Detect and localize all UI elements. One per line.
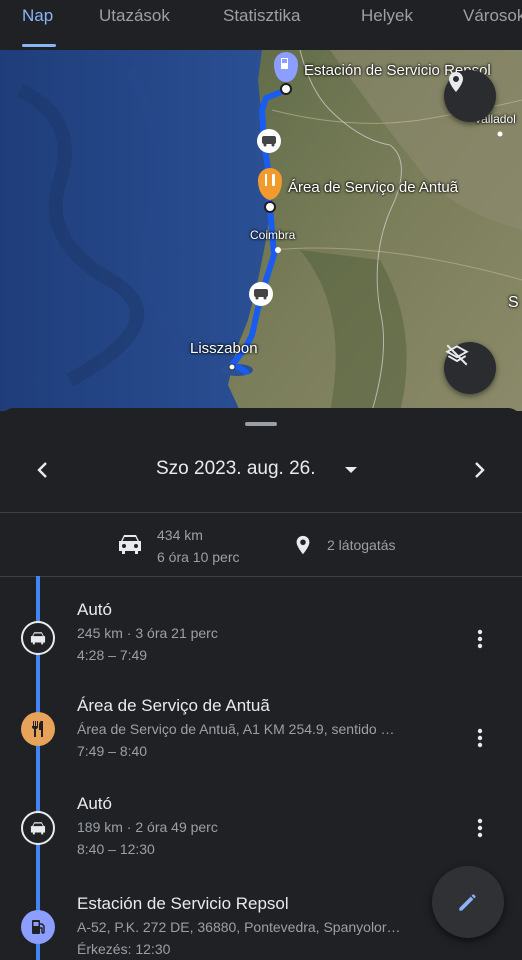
- timeline-node: [21, 712, 55, 746]
- item-time: Érkezés: 12:30: [77, 941, 171, 957]
- item-address: A-52, P.K. 272 DE, 36880, Pontevedra, Sp…: [77, 919, 401, 935]
- timeline-node: [21, 811, 55, 845]
- more-vert-icon: [477, 629, 483, 649]
- item-title: Autó: [77, 600, 112, 619]
- previous-day-button[interactable]: [28, 456, 56, 484]
- summary-distance: 434 km: [157, 527, 203, 543]
- restaurant-icon: [32, 721, 43, 737]
- chevron-left-icon: [37, 462, 47, 478]
- item-time: 8:40 – 12:30: [77, 841, 155, 857]
- timeline-node: [21, 910, 55, 944]
- map-label-antua: Área de Serviço de Antuã: [288, 179, 459, 196]
- layers-button[interactable]: [444, 342, 496, 394]
- gas-station-icon: [32, 920, 45, 934]
- car-marker-icon: [249, 282, 273, 306]
- tab-places[interactable]: Helyek: [361, 6, 413, 26]
- item-title: Autó: [77, 794, 112, 813]
- caret-down-icon[interactable]: [344, 466, 358, 474]
- item-detail: 245 km · 3 óra 21 perc: [77, 625, 218, 641]
- map-label-coimbra: Coimbra: [250, 228, 296, 242]
- tab-bar: Nap Utazások Statisztika Helyek Városok: [0, 0, 522, 50]
- tab-day[interactable]: Nap: [22, 6, 53, 26]
- summary-duration: 6 óra 10 perc: [157, 549, 240, 565]
- item-title: Estación de Servicio Repsol: [77, 894, 289, 913]
- more-options-button[interactable]: [470, 724, 490, 752]
- tab-statistics[interactable]: Statisztika: [223, 6, 300, 26]
- layers-off-icon: [445, 344, 469, 366]
- car-marker-icon: [257, 129, 281, 153]
- tab-cities[interactable]: Városok: [463, 6, 522, 26]
- item-title: Área de Serviço de Antuã: [77, 696, 270, 715]
- selected-date[interactable]: Szo 2023. aug. 26.: [156, 458, 316, 480]
- timeline-item-visit[interactable]: Área de Serviço de Antuã Área de Serviço…: [0, 690, 522, 774]
- map-label-lisbon: Lisszabon: [190, 340, 258, 357]
- map-view[interactable]: Estación de Servicio Repsol Área de Serv…: [0, 50, 522, 411]
- item-address: Área de Serviço de Antuã, A1 KM 254.9, s…: [77, 721, 395, 737]
- timeline-item-drive[interactable]: Autó 189 km · 2 óra 49 perc 8:40 – 12:30: [0, 788, 522, 872]
- location-pin-icon: [449, 72, 463, 92]
- active-tab-indicator: [22, 44, 56, 47]
- chevron-right-icon: [475, 462, 485, 478]
- sheet-drag-handle[interactable]: [245, 422, 277, 426]
- pencil-icon: [459, 894, 476, 911]
- more-options-button[interactable]: [470, 625, 490, 653]
- location-button[interactable]: [444, 70, 496, 122]
- date-navigator: Szo 2023. aug. 26.: [0, 446, 522, 494]
- timeline-node: [21, 621, 55, 655]
- tab-trips[interactable]: Utazások: [99, 6, 170, 26]
- item-time: 4:28 – 7:49: [77, 647, 148, 663]
- car-icon: [30, 632, 46, 645]
- more-vert-icon: [477, 728, 483, 748]
- car-icon: [30, 822, 46, 835]
- next-day-button[interactable]: [466, 456, 494, 484]
- summary-visits: 2 látogatás: [327, 537, 396, 553]
- place-pin-icon: [296, 535, 310, 555]
- timeline-item-drive[interactable]: Autó 245 km · 3 óra 21 perc 4:28 – 7:49: [0, 592, 522, 676]
- more-vert-icon: [477, 818, 483, 838]
- day-summary: 434 km 6 óra 10 perc 2 látogatás: [0, 512, 522, 576]
- edit-button[interactable]: [432, 866, 504, 938]
- fuel-station-pin-icon: [274, 52, 298, 82]
- item-time: 7:49 – 8:40: [77, 743, 148, 759]
- car-icon: [119, 535, 141, 554]
- more-options-button[interactable]: [470, 814, 490, 842]
- map-label-edge: S: [508, 294, 519, 311]
- item-detail: 189 km · 2 óra 49 perc: [77, 819, 218, 835]
- divider: [0, 576, 522, 577]
